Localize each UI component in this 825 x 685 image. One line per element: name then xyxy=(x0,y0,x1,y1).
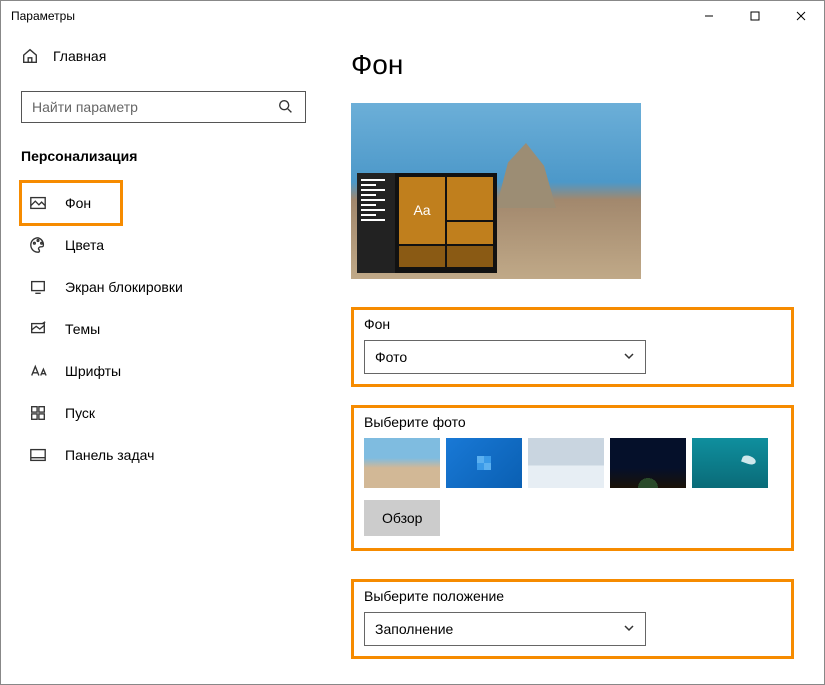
photo-thumbnail[interactable] xyxy=(610,438,686,488)
sidebar-item-lockscreen[interactable]: Экран блокировки xyxy=(21,266,306,308)
sidebar-item-background[interactable]: Фон xyxy=(21,182,121,224)
sidebar-item-fonts[interactable]: Шрифты xyxy=(21,350,306,392)
home-label: Главная xyxy=(53,48,106,64)
settings-window: Параметры Главная Найти параметр Персона… xyxy=(0,0,825,685)
window-title: Параметры xyxy=(11,9,75,23)
close-button[interactable] xyxy=(778,1,824,31)
search-icon xyxy=(277,98,295,116)
maximize-button[interactable] xyxy=(732,1,778,31)
photo-thumbnails xyxy=(364,438,781,488)
background-type-value: Фото xyxy=(375,349,407,365)
sidebar-item-label: Цвета xyxy=(65,237,104,253)
chevron-down-icon xyxy=(623,621,635,637)
sidebar-item-colors[interactable]: Цвета xyxy=(21,224,306,266)
position-value: Заполнение xyxy=(375,621,453,637)
choose-photo-label: Выберите фото xyxy=(364,414,781,430)
sidebar-item-label: Фон xyxy=(65,195,91,211)
sidebar-item-label: Темы xyxy=(65,321,100,337)
chevron-down-icon xyxy=(623,349,635,365)
photo-thumbnail[interactable] xyxy=(364,438,440,488)
sidebar-item-label: Шрифты xyxy=(65,363,121,379)
palette-icon xyxy=(29,236,47,254)
section-heading: Персонализация xyxy=(21,148,306,164)
choose-photo-group: Выберите фото Обзор xyxy=(351,405,794,551)
preview-tile-aa: Aa xyxy=(399,177,445,244)
photo-thumbnail[interactable] xyxy=(446,438,522,488)
minimize-button[interactable] xyxy=(686,1,732,31)
page-title: Фон xyxy=(351,49,794,81)
photo-thumbnail[interactable] xyxy=(692,438,768,488)
search-placeholder: Найти параметр xyxy=(32,99,138,115)
sidebar-item-themes[interactable]: Темы xyxy=(21,308,306,350)
sidebar-item-label: Пуск xyxy=(65,405,95,421)
search-input[interactable]: Найти параметр xyxy=(21,91,306,123)
position-group: Выберите положение Заполнение xyxy=(351,579,794,659)
background-type-group: Фон Фото xyxy=(351,307,794,387)
preview-mock-window: Aa xyxy=(357,173,497,273)
home-icon xyxy=(21,47,39,65)
themes-icon xyxy=(29,320,47,338)
fonts-icon xyxy=(29,362,47,380)
image-icon xyxy=(29,194,47,212)
background-preview: Aa xyxy=(351,103,641,279)
sidebar-item-start[interactable]: Пуск xyxy=(21,392,306,434)
start-icon xyxy=(29,404,47,422)
sidebar-item-label: Панель задач xyxy=(65,447,154,463)
sidebar-item-label: Экран блокировки xyxy=(65,279,183,295)
titlebar: Параметры xyxy=(1,1,824,31)
browse-button[interactable]: Обзор xyxy=(364,500,440,536)
sidebar-item-taskbar[interactable]: Панель задач xyxy=(21,434,306,476)
background-type-label: Фон xyxy=(364,316,781,332)
taskbar-icon xyxy=(29,446,47,464)
sidebar: Главная Найти параметр Персонализация Фо… xyxy=(1,31,321,684)
main-content: Фон Aa Фон xyxy=(321,31,824,684)
photo-thumbnail[interactable] xyxy=(528,438,604,488)
position-dropdown[interactable]: Заполнение xyxy=(364,612,646,646)
window-controls xyxy=(686,1,824,31)
home-link[interactable]: Главная xyxy=(21,41,306,71)
background-type-dropdown[interactable]: Фото xyxy=(364,340,646,374)
lockscreen-icon xyxy=(29,278,47,296)
position-label: Выберите положение xyxy=(364,588,781,604)
